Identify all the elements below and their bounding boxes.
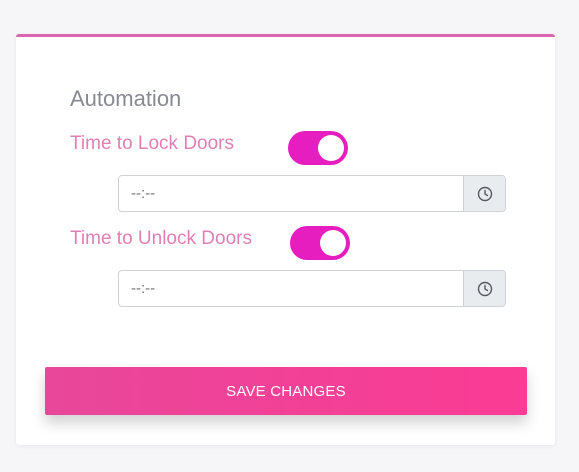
automation-card: Automation Time to Lock Doors Time to Un… xyxy=(16,34,555,445)
unlock-time-input[interactable] xyxy=(119,271,463,306)
section-title: Automation xyxy=(70,86,182,111)
save-changes-button[interactable]: SAVE CHANGES xyxy=(45,367,527,415)
clock-icon xyxy=(477,281,492,296)
unlock-clock-button[interactable] xyxy=(463,271,505,306)
unlock-toggle-knob xyxy=(320,230,346,256)
clock-icon xyxy=(477,186,492,201)
unlock-time-label: Time to Unlock Doors xyxy=(70,228,252,249)
lock-toggle[interactable] xyxy=(288,131,348,165)
lock-time-label: Time to Lock Doors xyxy=(70,133,235,154)
lock-time-input[interactable] xyxy=(119,176,463,211)
unlock-time-group xyxy=(118,270,506,307)
unlock-toggle[interactable] xyxy=(290,226,350,260)
lock-clock-button[interactable] xyxy=(463,176,505,211)
lock-time-group xyxy=(118,175,506,212)
lock-toggle-knob xyxy=(318,135,344,161)
